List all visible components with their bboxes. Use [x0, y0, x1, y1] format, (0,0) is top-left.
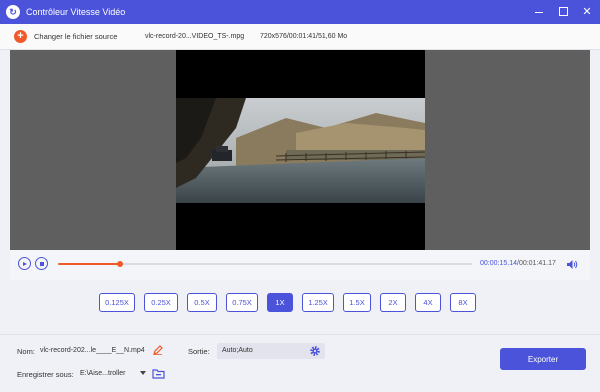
maximize-icon[interactable] [556, 4, 570, 18]
output-format-value: Auto;Auto [222, 347, 253, 354]
source-file-meta: 720x576/00:01:41/51,60 Mo [260, 33, 348, 40]
speed-button[interactable]: 0.125X [99, 293, 135, 312]
speed-button[interactable]: 2X [380, 293, 406, 312]
add-source-icon[interactable]: + [14, 30, 27, 43]
video-frame [176, 50, 425, 250]
folder-icon[interactable] [152, 368, 165, 379]
play-button[interactable] [18, 257, 31, 270]
timeline-handle[interactable] [117, 261, 124, 267]
output-format-field[interactable]: Auto;Auto [217, 343, 325, 359]
time-readout: 00:00:15.14/00:01:41.17 [480, 260, 556, 267]
app-logo-icon: ↻ [6, 5, 20, 19]
path-dropdown-icon[interactable] [140, 371, 146, 375]
stop-button[interactable] [35, 257, 48, 270]
minimize-icon[interactable] [532, 4, 546, 18]
speed-selector: 0.125X 0.25X 0.5X 0.75X 1X 1.25X 1.5X 2X 4X 8X [10, 280, 590, 334]
timeline-slider[interactable] [58, 261, 472, 267]
name-label: Nom: [17, 347, 35, 356]
speed-button[interactable]: 0.75X [226, 293, 258, 312]
window-title: Contrôleur Vitesse Vidéo [26, 7, 126, 17]
stop-icon [39, 261, 44, 266]
change-source-button[interactable]: Changer le fichier source [34, 32, 117, 41]
source-file-bar: + Changer le fichier source vlc-record-2… [0, 24, 600, 50]
save-path-value: E:\Aise...troller [80, 370, 126, 377]
title-bar: ↻ Contrôleur Vitesse Vidéo ✕ [0, 0, 600, 24]
playback-controls: 00:00:15.14/00:01:41.17 [10, 250, 590, 280]
total-time: 00:01:41.17 [518, 260, 556, 267]
speed-button[interactable]: 1.5X [343, 293, 371, 312]
speed-button[interactable]: 4X [415, 293, 441, 312]
output-name-value: vlc-record-202...le____E__N.mp4 [40, 347, 145, 354]
volume-icon[interactable] [566, 259, 578, 270]
speed-button[interactable]: 1.25X [302, 293, 334, 312]
gear-icon[interactable] [309, 345, 321, 357]
speed-options: 0.125X 0.25X 0.5X 0.75X 1X 1.25X 1.5X 2X 4X 8X [99, 293, 485, 312]
window-controls: ✕ [532, 4, 594, 18]
edit-name-icon[interactable] [153, 345, 163, 355]
output-settings: Nom: vlc-record-202...le____E__N.mp4 Sor… [0, 334, 600, 392]
speed-button[interactable]: 0.5X [187, 293, 217, 312]
speed-button[interactable]: 0.25X [144, 293, 178, 312]
speed-button[interactable]: 1X [267, 293, 293, 312]
close-icon[interactable]: ✕ [580, 4, 594, 18]
timeline-progress [58, 263, 121, 265]
export-button[interactable]: Exporter [500, 348, 586, 370]
video-preview-image [176, 98, 425, 203]
preview-area [10, 50, 590, 250]
play-icon [23, 261, 27, 266]
speed-button[interactable]: 8X [450, 293, 476, 312]
source-file-name: vlc-record-20...VIDEO_TS-.mpg [145, 33, 245, 40]
save-to-label: Enregistrer sous: [17, 370, 74, 379]
current-time: 00:00:15.14 [480, 260, 517, 267]
sortie-label: Sortie: [188, 347, 210, 356]
